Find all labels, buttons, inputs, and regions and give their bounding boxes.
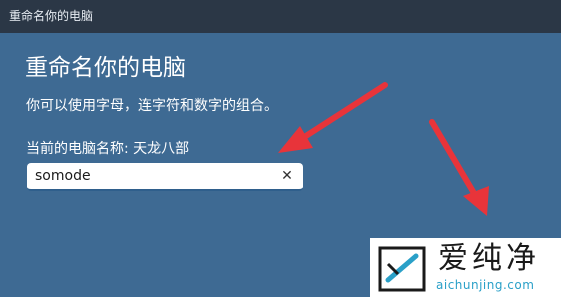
arrow-to-input bbox=[278, 82, 388, 153]
arrow-down-right bbox=[429, 119, 489, 216]
watermark: 爱纯净 aichunjing.com bbox=[370, 238, 561, 297]
watermark-brand: 爱纯净 bbox=[438, 241, 540, 276]
watermark-url: aichunjing.com bbox=[436, 278, 535, 292]
logo-icon bbox=[378, 246, 426, 292]
